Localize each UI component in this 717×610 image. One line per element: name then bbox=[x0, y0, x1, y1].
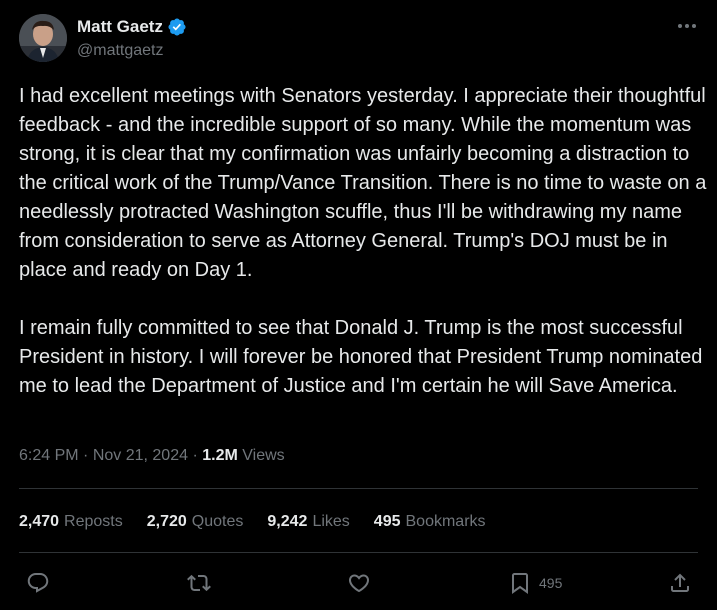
reposts-count: 2,470 bbox=[19, 513, 60, 530]
bookmarks-label: Bookmarks bbox=[405, 513, 486, 530]
more-dots-icon bbox=[678, 24, 696, 28]
retweet-button[interactable] bbox=[187, 570, 211, 596]
tweet-stats: 2,470 Reposts 2,720 Quotes 9,242 Likes 4… bbox=[19, 513, 510, 531]
meta-separator: · bbox=[188, 447, 203, 464]
reposts-stat[interactable]: 2,470 Reposts bbox=[19, 513, 123, 531]
bookmarks-stat[interactable]: 495 Bookmarks bbox=[374, 513, 486, 531]
author-handle[interactable]: @mattgaetz bbox=[77, 42, 164, 60]
tweet-text: I had excellent meetings with Senators y… bbox=[19, 85, 707, 397]
more-options-button[interactable] bbox=[676, 16, 698, 36]
views-label: Views bbox=[242, 447, 285, 464]
heart-icon bbox=[348, 574, 370, 593]
divider bbox=[19, 552, 698, 553]
tweet-meta: 6:24 PM · Nov 21, 2024 · 1.2M Views bbox=[19, 447, 285, 465]
tweet-date[interactable]: Nov 21, 2024 bbox=[93, 447, 188, 465]
divider bbox=[19, 488, 698, 489]
bookmark-button[interactable]: 495 bbox=[508, 570, 562, 596]
quotes-label: Quotes bbox=[191, 513, 244, 530]
share-button[interactable] bbox=[668, 570, 692, 596]
bookmarks-count: 495 bbox=[373, 513, 401, 530]
bookmark-icon bbox=[512, 573, 528, 594]
author-name-row[interactable]: Matt Gaetz bbox=[77, 16, 187, 38]
retweet-icon bbox=[187, 574, 211, 592]
author-display-name[interactable]: Matt Gaetz bbox=[77, 17, 163, 37]
likes-count: 9,242 bbox=[267, 513, 308, 530]
views-count: 1.2M bbox=[202, 447, 238, 464]
avatar-image bbox=[19, 14, 67, 62]
quotes-stat[interactable]: 2,720 Quotes bbox=[147, 513, 244, 531]
verified-badge-icon bbox=[167, 17, 187, 37]
likes-stat[interactable]: 9,242 Likes bbox=[267, 513, 349, 531]
tweet-detail: Matt Gaetz @mattgaetz I had excellent me… bbox=[0, 0, 717, 610]
share-icon bbox=[671, 573, 689, 592]
reply-button[interactable] bbox=[26, 570, 50, 596]
bookmark-count: 495 bbox=[539, 575, 563, 591]
reposts-label: Reposts bbox=[64, 513, 123, 530]
reply-icon bbox=[27, 573, 49, 593]
tweet-time[interactable]: 6:24 PM bbox=[19, 447, 79, 465]
likes-label: Likes bbox=[312, 513, 350, 530]
avatar[interactable] bbox=[19, 14, 67, 62]
like-button[interactable] bbox=[347, 570, 371, 596]
meta-separator: · bbox=[78, 447, 93, 464]
quotes-count: 2,720 bbox=[146, 513, 187, 530]
